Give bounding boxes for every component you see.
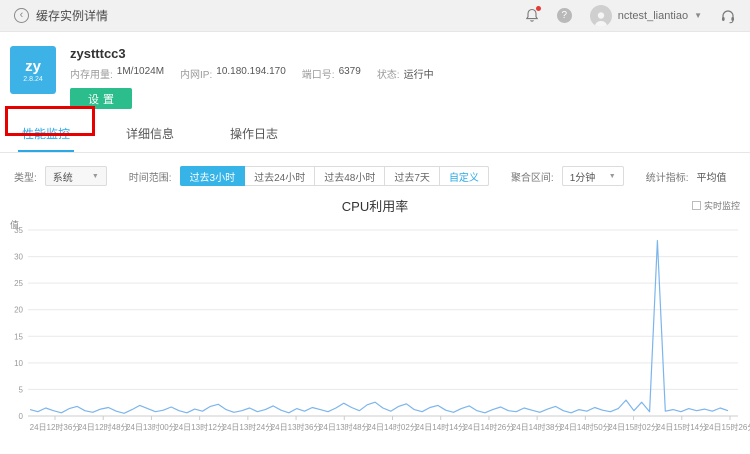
chevron-down-icon: ▼ (91, 172, 99, 180)
x-tick-label: 24日14时38分 (512, 422, 563, 432)
y-tick-label: 25 (14, 279, 23, 288)
chevron-down-icon: ▼ (694, 11, 702, 20)
y-tick-label: 5 (19, 385, 24, 394)
interval-label: 聚合区间: (510, 172, 554, 184)
tab-detail-info[interactable]: 详细信息 (122, 118, 178, 152)
notification-bell-icon[interactable] (525, 6, 541, 23)
tab-performance-monitor[interactable]: 性能监控 (18, 118, 75, 152)
type-label: 类型: (14, 172, 37, 184)
instance-field-value: 运行中 (403, 70, 434, 81)
x-tick-label: 24日14时02分 (367, 422, 418, 432)
x-tick-label: 24日13时48分 (319, 422, 370, 432)
interval-select-value: 1分钟 (569, 172, 596, 184)
top-header-bar: ‹ 缓存实例详情 ? nctest_liantiao ▼ (0, 0, 750, 32)
time-range-group: 过去3小时 过去24小时 过去48小时 过去7天 自定义 (179, 166, 489, 186)
chevron-down-icon: ▼ (608, 172, 616, 180)
x-tick-label: 24日13时36分 (271, 422, 322, 432)
chart-header: CPU利用率 实时监控 (0, 196, 750, 216)
instance-field-label: 内存用量: (70, 70, 113, 81)
instance-summary: zy 2.8.24 zystttcc3 内存用量: 1M/1024M 内网IP: 10… (0, 32, 750, 109)
x-tick-label: 24日12时48分 (78, 422, 129, 432)
instance-field-value: 1M/1024M (116, 66, 165, 77)
headset-icon (722, 9, 734, 23)
filter-bar: 类型: 系统 ▼ 时间范围: 过去3小时 过去24小时 过去48小时 过去7天 自定义 … (0, 166, 750, 186)
back-icon: ‹ (14, 8, 29, 23)
avatar (589, 4, 612, 27)
question-icon: ? (556, 8, 572, 23)
range-button[interactable]: 过去48小时 (314, 166, 386, 186)
type-select[interactable]: 系统 ▼ (44, 166, 107, 186)
page-title: 缓存实例详情 (36, 9, 109, 23)
y-tick-label: 30 (14, 253, 23, 262)
instance-fields: 内存用量: 1M/1024M 内网IP: 10.180.194.170 端口号: 6379… (70, 66, 450, 81)
time-range-label: 时间范围: (128, 172, 172, 184)
cpu-usage-chart: 值0510152025303524日12时36分24日12时48分24日13时0… (10, 219, 750, 432)
x-tick-label: 24日12时36分 (30, 422, 81, 432)
x-tick-label: 24日13时24分 (223, 422, 274, 432)
range-button[interactable]: 过去24小时 (244, 166, 316, 186)
interval-select[interactable]: 1分钟 ▼ (561, 166, 624, 186)
instance-field-value: 6379 (338, 66, 361, 77)
y-tick-label: 0 (19, 412, 24, 421)
y-tick-label: 20 (14, 306, 23, 315)
metric-value: 平均值 (696, 172, 727, 184)
header-actions: ? nctest_liantiao ▼ (525, 4, 736, 27)
x-tick-label: 24日14时26分 (464, 422, 515, 432)
chart-title: CPU利用率 (341, 199, 409, 214)
tab-operation-log[interactable]: 操作日志 (226, 118, 282, 152)
x-tick-label: 24日13时12分 (174, 422, 225, 432)
instance-field-label: 端口号: (301, 70, 335, 81)
instance-name: zystttcc3 (70, 46, 126, 61)
instance-field-label: 内网IP: (180, 70, 213, 81)
x-tick-label: 24日15时02分 (608, 422, 659, 432)
back-button[interactable]: ‹ 缓存实例详情 (14, 7, 108, 24)
username: nctest_liantiao (617, 9, 689, 22)
person-icon (594, 11, 608, 27)
notification-badge (535, 6, 541, 11)
tab-bar: 性能监控 详细信息 操作日志 (0, 118, 750, 153)
instance-field-label: 状态: (376, 70, 400, 81)
page: ‹ 缓存实例详情 ? nctest_liantiao ▼ zy 2.8.24 z… (0, 0, 750, 436)
instance-avatar-text: zy (25, 57, 41, 75)
x-tick-label: 24日14时50分 (560, 422, 611, 432)
cpu-usage-line-series (29, 240, 729, 414)
range-button[interactable]: 过去3小时 (179, 166, 246, 186)
realtime-monitor-toggle[interactable]: 实时监控 (691, 199, 740, 212)
x-tick-label: 24日14时14分 (415, 422, 466, 432)
metric-label: 统计指标: (645, 172, 689, 184)
support-button[interactable] (720, 8, 736, 24)
y-tick-label: 15 (14, 332, 23, 341)
realtime-monitor-label: 实时监控 (703, 201, 740, 211)
custom-range-button[interactable]: 自定义 (438, 166, 489, 186)
y-tick-label: 10 (14, 359, 23, 368)
instance-avatar: zy 2.8.24 (10, 46, 56, 94)
range-button[interactable]: 过去7天 (384, 166, 440, 186)
x-tick-label: 24日15时26分 (705, 422, 750, 432)
y-tick-label: 35 (14, 226, 23, 235)
type-select-value: 系统 (52, 172, 73, 184)
instance-info: zystttcc3 内存用量: 1M/1024M 内网IP: 10.180.194.1… (70, 46, 450, 109)
checkbox-icon (691, 201, 701, 210)
help-button[interactable]: ? (556, 8, 572, 23)
instance-version: 2.8.24 (23, 76, 43, 84)
settings-button[interactable]: 设置 (70, 88, 132, 109)
x-tick-label: 24日13时00分 (126, 422, 177, 432)
x-tick-label: 24日15时14分 (656, 422, 707, 432)
user-menu[interactable]: nctest_liantiao ▼ (589, 4, 702, 27)
instance-field-value: 10.180.194.170 (216, 66, 286, 77)
